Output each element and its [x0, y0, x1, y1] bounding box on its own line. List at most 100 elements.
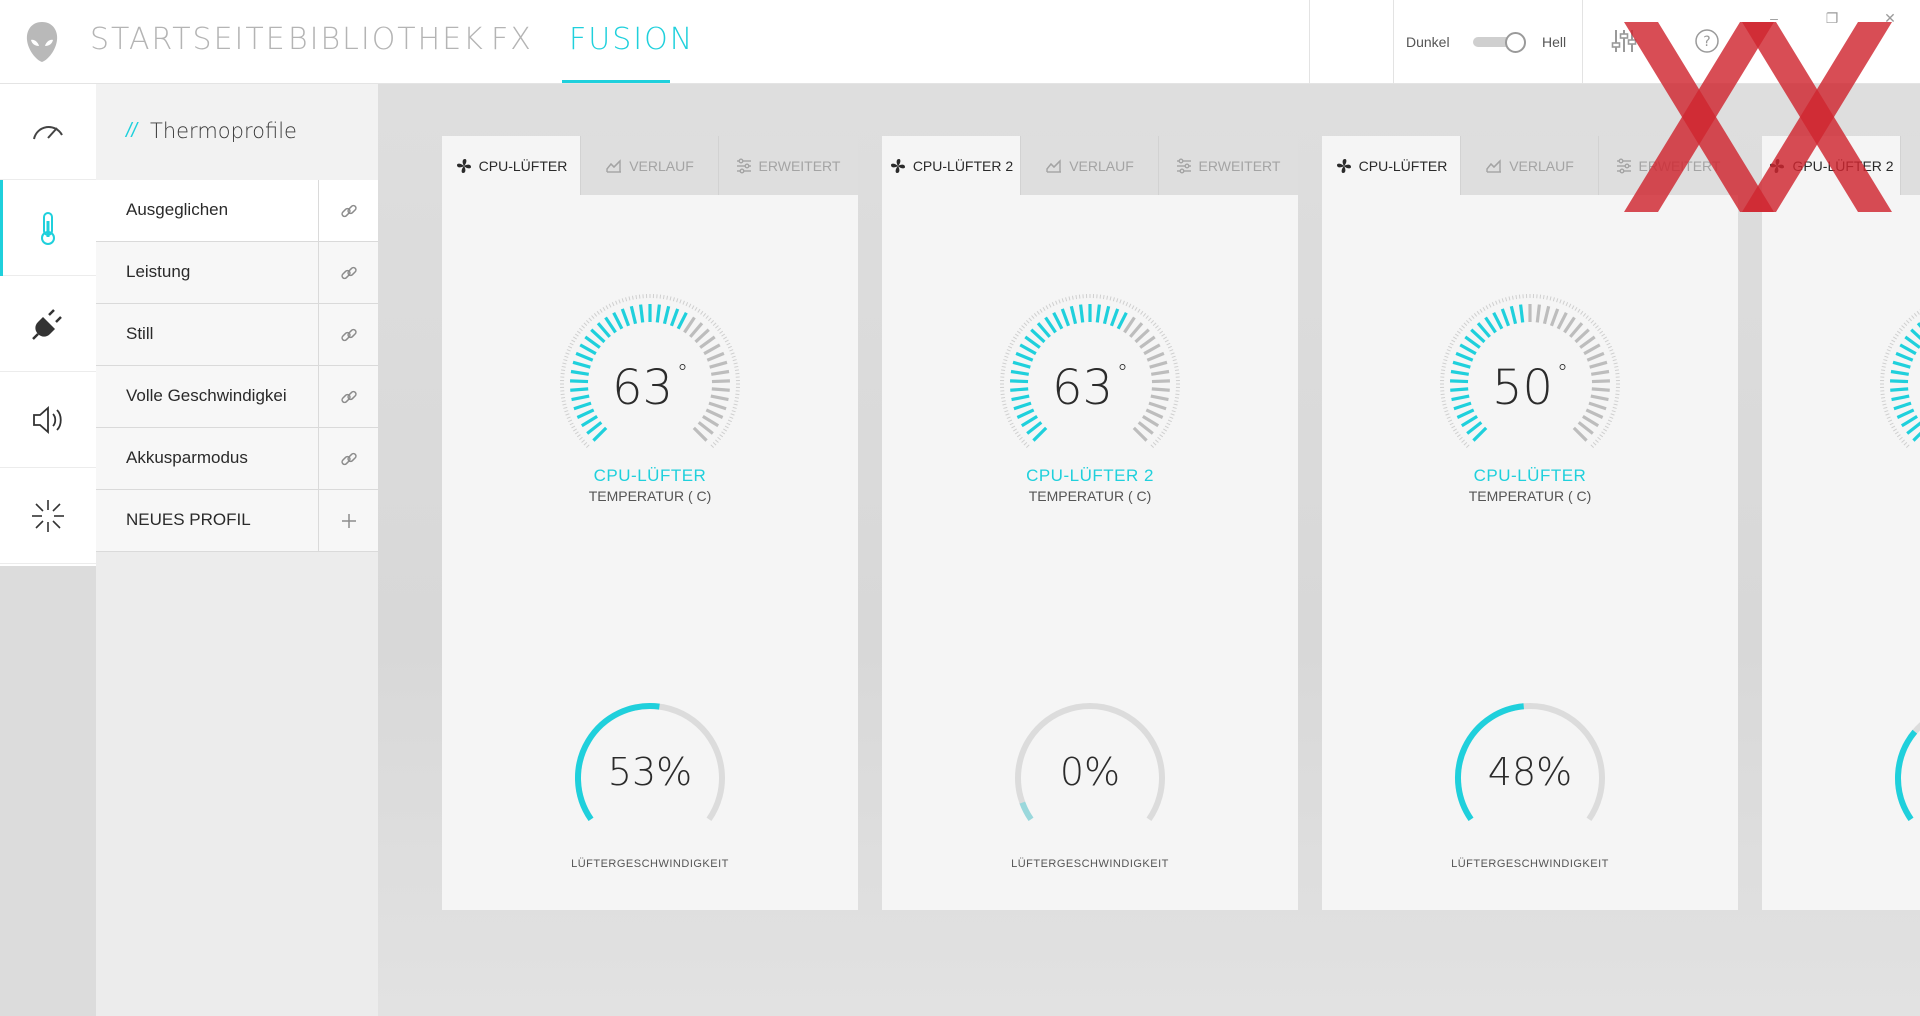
gauge-tick-active [1460, 415, 1478, 428]
gauge-outer-tick [1166, 342, 1171, 346]
profile-link-button[interactable] [318, 180, 378, 241]
profile-name: Leistung [126, 262, 191, 281]
tab-verlauf[interactable]: VERLAUF [580, 136, 718, 195]
gauge-outer-tick [605, 305, 609, 310]
gauge-outer-tick [599, 308, 603, 313]
gauge-outer-tick [1142, 313, 1147, 317]
theme-toggle[interactable] [1469, 31, 1527, 53]
gauge-tick-active [620, 308, 631, 327]
gauge-outer-tick [1597, 327, 1601, 332]
rail-thermal[interactable] [0, 180, 96, 276]
fan-icon [890, 158, 905, 173]
gauge-outer-tick [1449, 422, 1454, 426]
profile-item-volle-geschwindigkeit[interactable]: Volle Geschwindigkei [96, 366, 378, 428]
gauge-outer-tick [712, 442, 717, 446]
profile-link-button[interactable] [318, 242, 378, 303]
gauge-outer-tick [1893, 336, 1897, 340]
profile-link-button[interactable] [318, 304, 378, 365]
nav-fx[interactable]: FX [491, 22, 533, 62]
gauge-outer-tick [1884, 410, 1889, 413]
gauge-outer-tick [1106, 295, 1109, 300]
divider [1309, 0, 1310, 84]
rail-audio[interactable] [0, 372, 96, 468]
gauge-outer-tick [564, 355, 569, 358]
gauge-tick-active [1895, 351, 1914, 362]
gauge-outer-tick [618, 299, 621, 304]
profile-item-leistung[interactable]: Leistung [96, 242, 378, 304]
profile-item-new[interactable]: NEUES PROFIL [96, 490, 378, 552]
gauge-outer-tick [573, 428, 577, 432]
gauge-outer-tick [1461, 439, 1465, 443]
gauge-outer-tick [1152, 322, 1157, 326]
rail-lighting[interactable] [0, 468, 96, 564]
gauge-outer-tick [1901, 439, 1905, 443]
gauge-tick [1129, 322, 1144, 338]
profile-item-akkusparmodus[interactable]: Akkusparmodus [96, 428, 378, 490]
add-profile-button[interactable] [318, 490, 378, 551]
power-plug-icon [32, 308, 62, 340]
link-icon [340, 390, 357, 403]
gauge-outer-tick [1916, 310, 1920, 315]
gauge-tick-active [1472, 426, 1488, 442]
gauge-outer-tick [1556, 298, 1559, 303]
gauge-outer-tick [729, 416, 734, 419]
card-tab-bar: CPU-LÜFTER 2 VERLAUF ERWEITERT [882, 136, 1298, 195]
gauge-outer-tick [1906, 320, 1910, 324]
profile-item-ausgeglichen[interactable]: Ausgeglichen [96, 180, 378, 242]
profile-link-button[interactable] [318, 428, 378, 489]
tab-fan[interactable]: CPU-LÜFTER [442, 136, 580, 195]
gauge-outer-tick [1109, 296, 1112, 301]
gauge-tick-active [1890, 369, 1910, 376]
gauge-tick [1556, 311, 1568, 330]
gauge-tick [694, 328, 710, 344]
gauge-outer-tick [1137, 308, 1141, 313]
fan-speed-value: 53% [607, 750, 693, 794]
nav-startseite[interactable]: STARTSEITE [90, 22, 287, 62]
gauge-outer-tick [721, 431, 726, 435]
temperature-value: 50 ° [1491, 360, 1569, 416]
gauge-outer-tick [679, 299, 682, 304]
gauge-outer-tick [662, 295, 665, 300]
tab-erweitert[interactable]: ERWEITERT [718, 136, 856, 195]
gauge-tick-active [1109, 308, 1120, 327]
tab-fan[interactable]: CPU-LÜFTER 2 [882, 136, 1020, 195]
profile-link-button[interactable] [318, 366, 378, 427]
gauge-tick-active [669, 308, 680, 327]
gauge-tick [1569, 322, 1584, 338]
gauge-outer-tick [1908, 317, 1912, 322]
rail-power[interactable] [0, 276, 96, 372]
gauge-outer-tick [1004, 355, 1009, 358]
profile-item-still[interactable]: Still [96, 304, 378, 366]
gauge-outer-tick [1471, 315, 1475, 319]
gauge-tick-active [1492, 311, 1504, 330]
gauge-outer-tick [691, 305, 695, 310]
alien-logo-icon[interactable] [22, 20, 62, 64]
gauge-outer-tick [1169, 349, 1174, 352]
fan-icon [1336, 158, 1351, 173]
nav-bibliothek[interactable]: BIBLIOTHEK [288, 22, 485, 62]
tab-erweitert[interactable]: ERWEITERT [1158, 136, 1296, 195]
tab-verlauf[interactable]: VERLAUF [1460, 136, 1598, 195]
gauge-outer-tick [631, 295, 634, 300]
gauge-tick-active [1060, 308, 1071, 327]
degree-symbol: ° [1117, 361, 1129, 386]
nav-fusion[interactable]: FUSION [569, 22, 694, 62]
gauge-outer-tick [1913, 313, 1918, 317]
gauge-tick [1583, 343, 1601, 356]
gauge-outer-tick [1884, 355, 1889, 358]
rail-performance[interactable] [0, 84, 96, 180]
tab-verlauf[interactable]: VERLAUF [1020, 136, 1158, 195]
gauge-outer-tick [1463, 442, 1468, 446]
gauge-outer-tick [586, 320, 590, 324]
gauge-tick-active [1896, 408, 1915, 419]
gauge-outer-tick [1609, 416, 1614, 419]
history-chart-icon [1486, 158, 1502, 173]
temperature-unit-label: TEMPERATUR ( C) [1468, 488, 1592, 504]
gauge-outer-tick [1906, 444, 1910, 448]
gauge-tick-active [1500, 308, 1511, 327]
tab-fan[interactable]: CPU-LÜFTER [1322, 136, 1460, 195]
gauge-outer-tick [1167, 419, 1172, 423]
gauge-outer-tick [727, 345, 732, 349]
nav-active-underline [562, 80, 670, 83]
gauge-outer-tick [621, 298, 624, 303]
